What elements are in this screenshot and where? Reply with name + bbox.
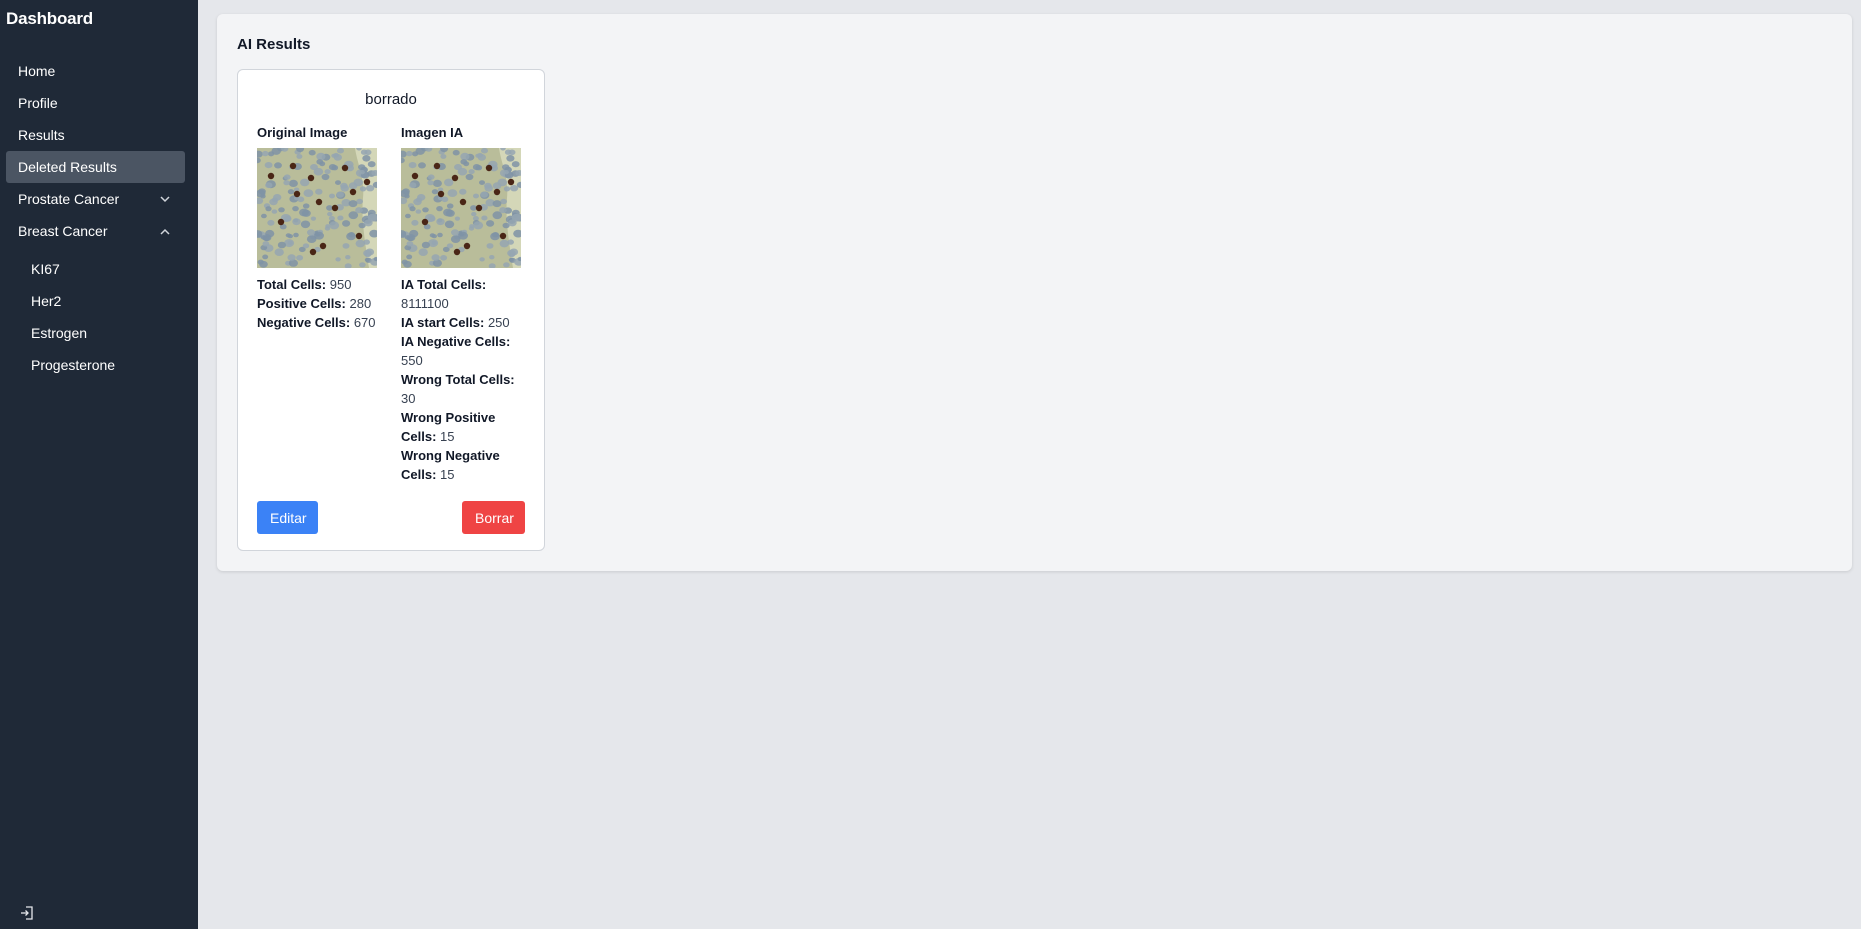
sidebar: Dashboard Home Profile Results Deleted R… [0,0,198,929]
ai-image [401,148,521,268]
original-image-column: Original Image Total Cells: 950 Positive… [257,125,382,332]
brand-title: Dashboard [6,9,93,28]
sidebar-item-her2[interactable]: Her2 [6,285,185,317]
sidebar-item-label: Home [18,63,56,79]
page-title: AI Results [237,36,311,53]
sidebar-item-estrogen[interactable]: Estrogen [6,317,185,349]
stat-wrong-total-cells: Wrong Total Cells: 30 [401,372,515,406]
sidebar-nav: Home Profile Results Deleted Results Pro… [6,55,185,381]
sidebar-item-results[interactable]: Results [6,119,185,151]
sidebar-item-profile[interactable]: Profile [6,87,185,119]
stat-ia-start-cells: IA start Cells: 250 [401,315,510,330]
original-image [257,148,377,268]
sidebar-item-ki67[interactable]: KI67 [6,253,185,285]
chevron-up-icon[interactable] [159,225,171,237]
stat-wrong-positive-cells: Wrong Positive Cells: 15 [401,410,496,444]
sidebar-item-deleted-results[interactable]: Deleted Results [6,151,185,183]
chevron-down-icon[interactable] [159,193,171,205]
sidebar-item-label: Prostate Cancer [18,191,120,207]
original-image-heading: Original Image [257,125,348,140]
sidebar-item-label: Breast Cancer [18,223,108,239]
stat-negative-cells: Negative Cells: 670 [257,315,376,330]
logout-icon[interactable] [20,906,34,920]
stat-wrong-negative-cells: Wrong Negative Cells: 15 [401,448,500,482]
result-card: borrado Original Image Total Cells: 950 … [237,69,545,551]
delete-button[interactable]: Borrar [462,501,525,534]
sidebar-item-label: KI67 [31,261,60,277]
sidebar-item-label: Deleted Results [18,159,117,175]
sidebar-item-progesterone[interactable]: Progesterone [6,349,185,381]
results-panel: AI Results borrado Original Image Total … [217,14,1852,571]
stat-ia-negative-cells: IA Negative Cells: 550 [401,334,511,368]
edit-button[interactable]: Editar [257,501,318,534]
ai-image-column: Imagen IA IA Total Cells: 8111100 IA sta… [401,125,521,484]
sidebar-item-prostate-cancer[interactable]: Prostate Cancer [6,183,185,215]
card-title: borrado [365,91,417,108]
sidebar-item-label: Her2 [31,293,62,309]
stat-positive-cells: Positive Cells: 280 [257,296,372,311]
sidebar-item-breast-cancer[interactable]: Breast Cancer [6,215,185,247]
stat-total-cells: Total Cells: 950 [257,277,352,292]
sidebar-item-home[interactable]: Home [6,55,185,87]
ai-image-heading: Imagen IA [401,125,464,140]
breast-cancer-submenu: KI67 Her2 Estrogen Progesterone [6,253,185,381]
sidebar-item-label: Progesterone [31,357,116,373]
sidebar-item-label: Estrogen [31,325,88,341]
stat-ia-total-cells: IA Total Cells: 8111100 [401,277,487,311]
sidebar-item-label: Profile [18,95,58,111]
sidebar-item-label: Results [18,127,65,143]
